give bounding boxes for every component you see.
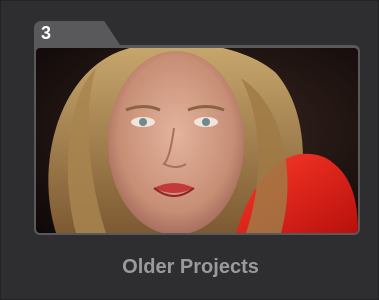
project-thumbnail-icon[interactable] [36,48,358,233]
project-folder-label: Older Projects [122,256,259,278]
project-count-badge: 3 [41,23,52,43]
project-folder-tile[interactable]: 3 Older Projects [0,0,379,300]
